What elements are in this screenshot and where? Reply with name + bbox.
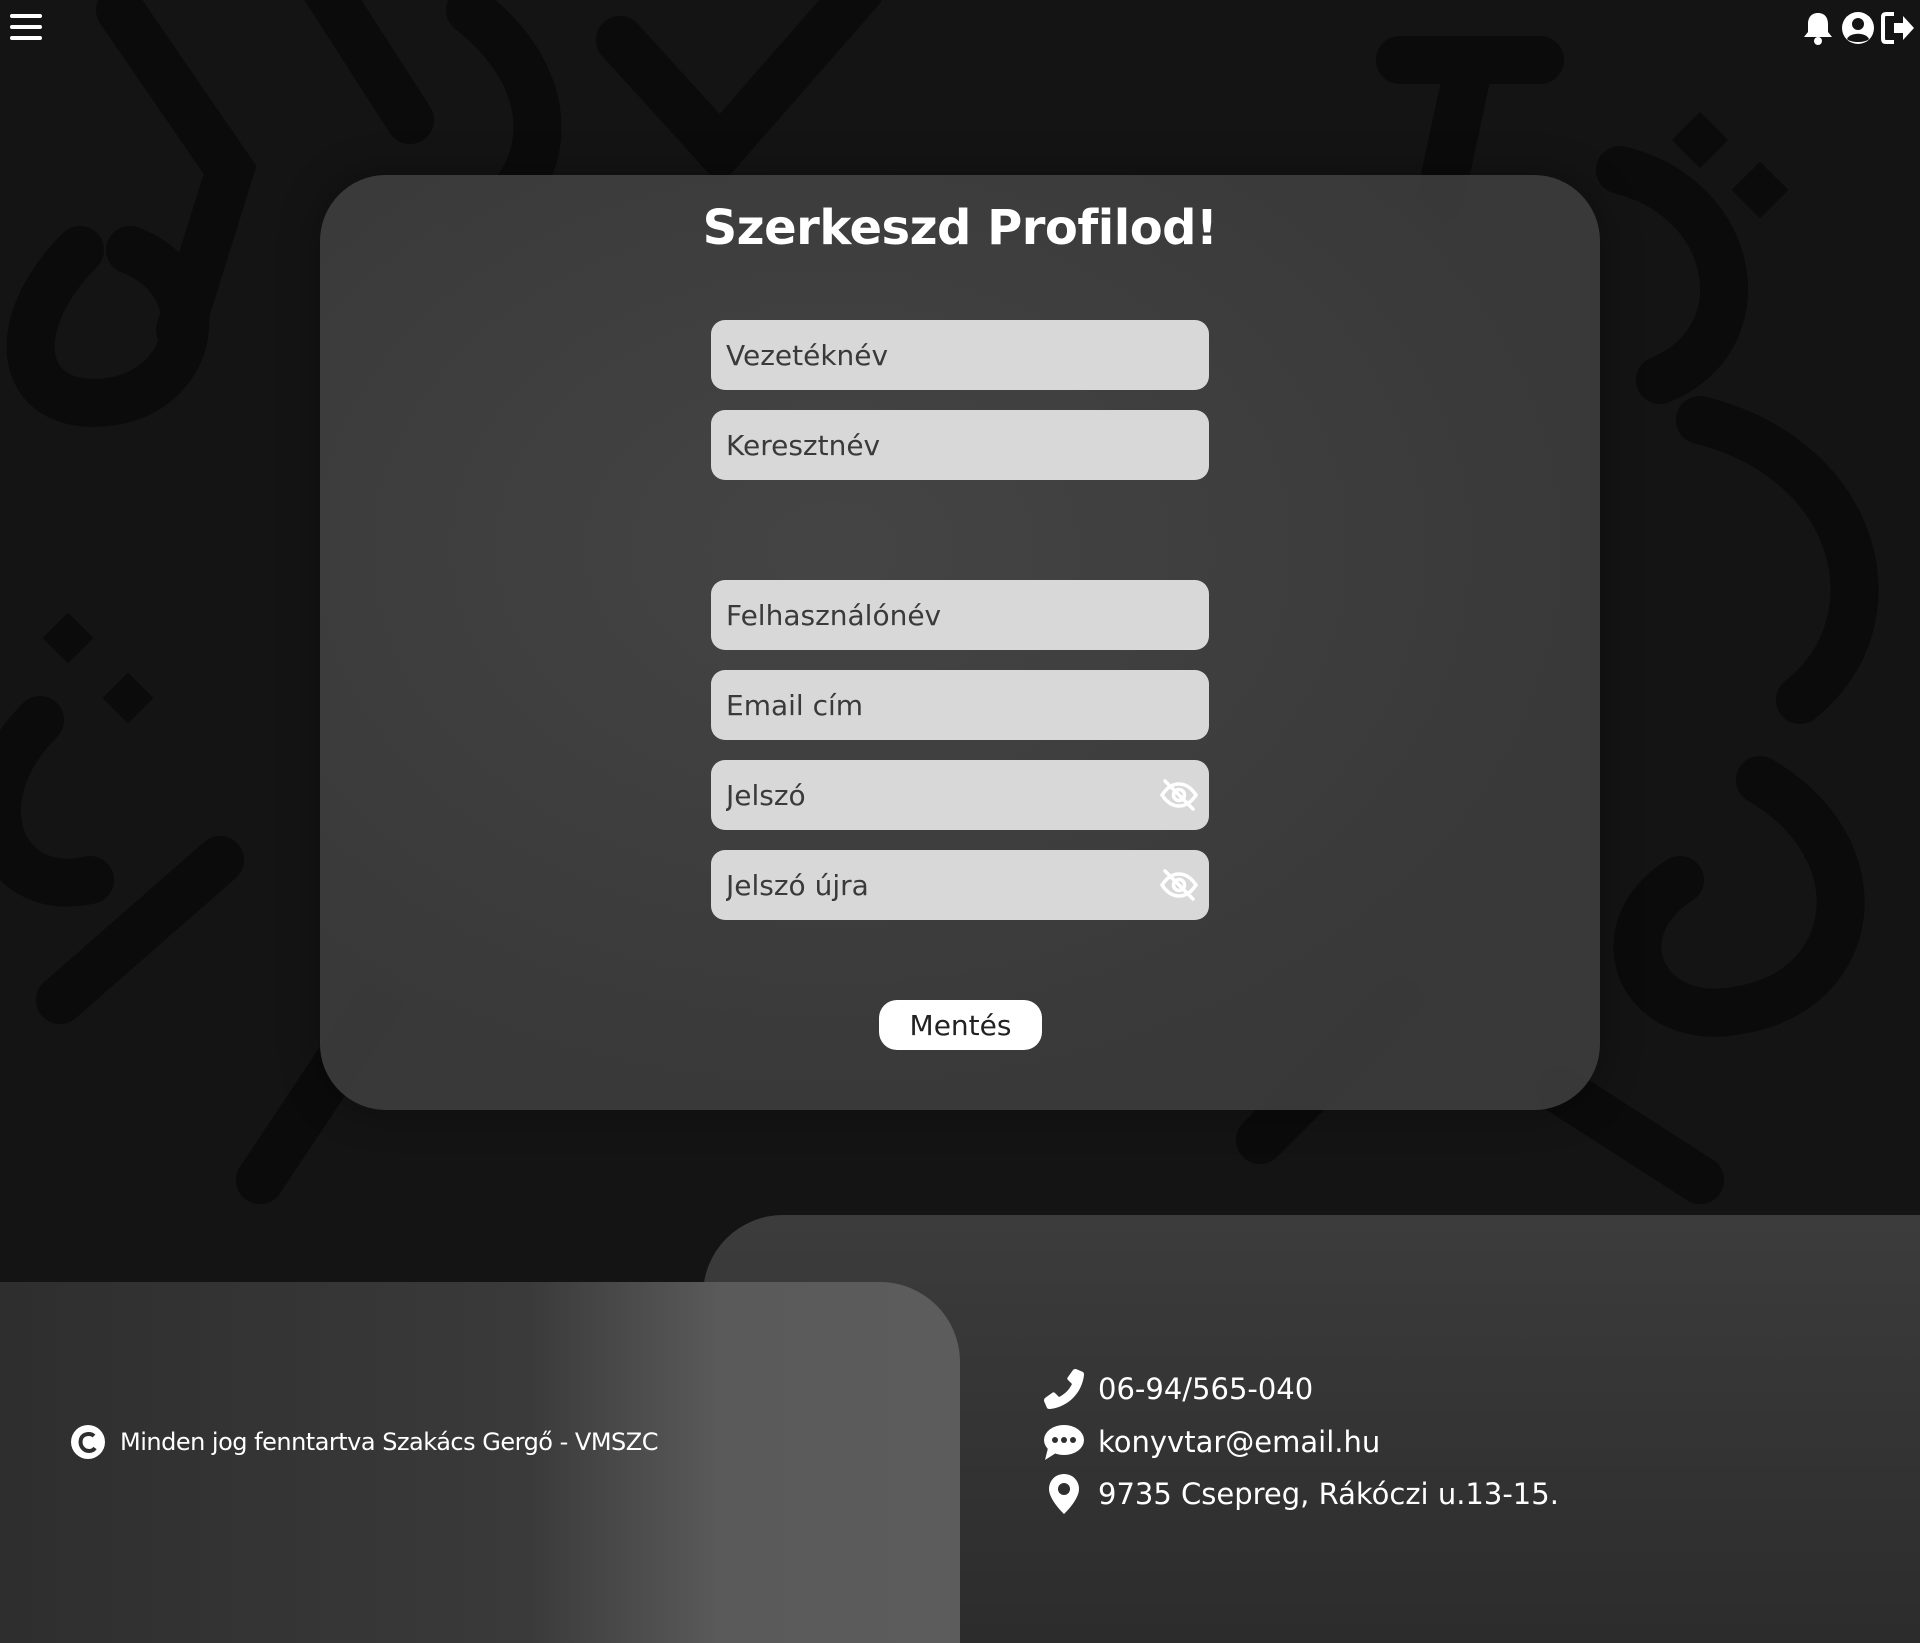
firstname-input[interactable]: [711, 410, 1209, 480]
password-again-input[interactable]: [711, 850, 1209, 920]
hamburger-menu-icon[interactable]: [10, 12, 44, 42]
page-root: Szerkeszd Profilod! Mentés: [0, 0, 1920, 1643]
logout-icon[interactable]: [1880, 10, 1916, 46]
top-bar: [0, 0, 1920, 60]
email-input[interactable]: [711, 670, 1209, 740]
footer-copyright-panel: [0, 1282, 960, 1643]
contact-address: 9735 Csepreg, Rákóczi u.13-15.: [1042, 1472, 1559, 1516]
map-marker-icon: [1042, 1472, 1086, 1516]
bell-icon[interactable]: [1800, 10, 1836, 46]
firstname-field[interactable]: [711, 410, 1209, 480]
password-again-field[interactable]: [711, 850, 1209, 920]
phone-text: 06-94/565-040: [1098, 1372, 1314, 1406]
lastname-field[interactable]: [711, 320, 1209, 390]
password-field[interactable]: [711, 760, 1209, 830]
contact-email: konyvtar@email.hu: [1042, 1420, 1380, 1464]
user-circle-icon[interactable]: [1840, 10, 1876, 46]
email-field[interactable]: [711, 670, 1209, 740]
save-button[interactable]: Mentés: [879, 1000, 1042, 1050]
copyright-text: Minden jog fenntartva Szakács Gergő - VM…: [120, 1428, 658, 1456]
copyright: Minden jog fenntartva Szakács Gergő - VM…: [70, 1424, 658, 1460]
address-text: 9735 Csepreg, Rákóczi u.13-15.: [1098, 1477, 1559, 1511]
email-text: konyvtar@email.hu: [1098, 1425, 1381, 1459]
eye-slash-icon[interactable]: [1159, 868, 1199, 902]
username-field[interactable]: [711, 580, 1209, 650]
chat-bubble-icon: [1042, 1420, 1086, 1464]
password-input[interactable]: [711, 760, 1209, 830]
username-input[interactable]: [711, 580, 1209, 650]
eye-slash-icon[interactable]: [1159, 778, 1199, 812]
phone-icon: [1042, 1367, 1086, 1411]
contact-phone: 06-94/565-040: [1042, 1367, 1313, 1411]
page-title: Szerkeszd Profilod!: [702, 200, 1218, 256]
copyright-icon: [70, 1424, 106, 1460]
lastname-input[interactable]: [711, 320, 1209, 390]
top-icons: [1800, 10, 1916, 46]
